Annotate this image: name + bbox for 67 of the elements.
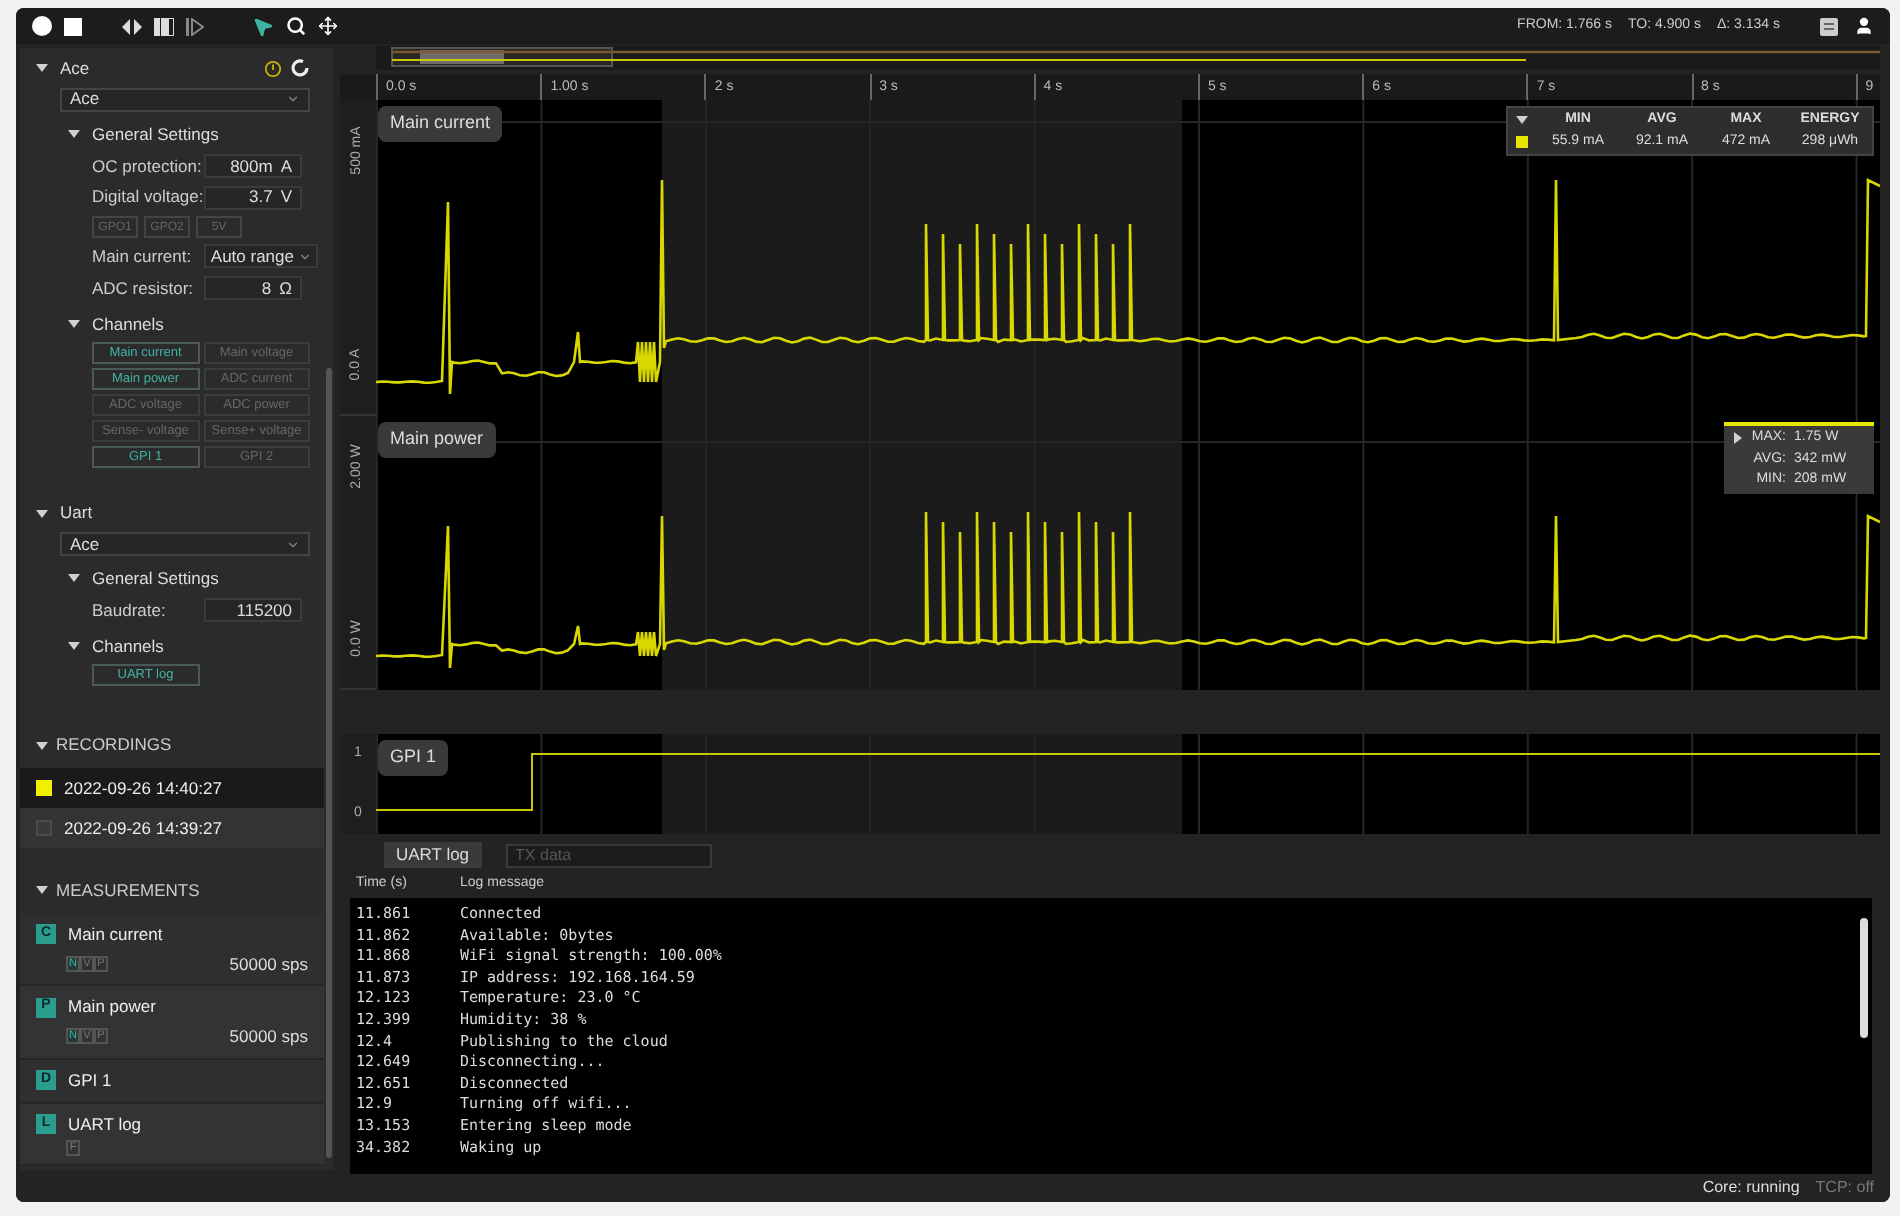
measurement-name[interactable]: UART log	[68, 1111, 142, 1137]
caret-icon[interactable]	[36, 62, 48, 75]
play-icon[interactable]	[186, 17, 204, 35]
plot-label: Main current	[378, 106, 503, 141]
setting-input[interactable]: 115200	[204, 598, 302, 623]
section-header[interactable]: MEASUREMENTS	[56, 878, 200, 904]
scrollbar[interactable]	[1860, 918, 1868, 1038]
chevron-icon[interactable]	[298, 249, 312, 264]
columns-icon[interactable]	[154, 17, 174, 35]
device-title[interactable]: Uart	[60, 500, 93, 526]
section-title[interactable]: General Settings	[92, 566, 219, 592]
caret-icon[interactable]	[68, 317, 80, 330]
section-title[interactable]: Channels	[92, 311, 164, 337]
core-status: Core: running	[1702, 1176, 1800, 1200]
recording-item[interactable]: 2022-09-26 14:39:27	[20, 808, 324, 848]
setting-select[interactable]: Auto range	[204, 244, 318, 269]
scrollbar[interactable]	[326, 368, 332, 1158]
trace-color-icon	[1516, 135, 1528, 148]
tcp-status: TCP: off	[1815, 1176, 1874, 1200]
setting-label: Digital voltage:	[92, 184, 205, 210]
refresh-icon[interactable]	[290, 58, 310, 79]
device-select[interactable]: Ace	[60, 87, 310, 112]
search-icon[interactable]	[286, 16, 306, 36]
record-icon[interactable]	[32, 16, 52, 36]
caret-icon[interactable]	[1516, 114, 1528, 127]
caret-icon[interactable]	[68, 639, 80, 652]
overview-drawing[interactable]	[376, 44, 1880, 74]
measurement-name[interactable]: Main current	[68, 921, 163, 947]
setting-input[interactable]: 3.7 V	[204, 185, 302, 210]
caret-icon[interactable]	[36, 884, 48, 897]
section-header[interactable]: RECORDINGS	[56, 732, 172, 758]
chevron-icon[interactable]	[286, 92, 300, 107]
move-icon[interactable]	[318, 16, 338, 36]
chevron-icon[interactable]	[286, 537, 300, 551]
user-icon[interactable]	[1854, 16, 1874, 36]
setting-input[interactable]: 8 Ω	[204, 276, 302, 301]
setting-label: Baudrate:	[92, 597, 168, 623]
setting-label: OC protection:	[92, 153, 204, 179]
plot-label: Main power	[378, 422, 496, 457]
stop-icon[interactable]	[64, 17, 82, 35]
panel-icon[interactable]	[1820, 17, 1838, 35]
sample-rate: 50000 sps	[229, 1024, 308, 1050]
measurement-name[interactable]: Main power	[68, 994, 156, 1020]
sample-rate: 50000 sps	[229, 951, 308, 977]
setting-label: Main current:	[92, 244, 192, 270]
device-select[interactable]: Ace	[60, 532, 310, 556]
measurement-name[interactable]: GPI 1	[68, 1067, 112, 1093]
caret-icon[interactable]	[1731, 432, 1744, 444]
recording-label: 2022-09-26 14:39:27	[64, 815, 222, 841]
recording-label: 2022-09-26 14:40:27	[64, 775, 222, 801]
caret-icon[interactable]	[68, 572, 80, 585]
power-icon[interactable]	[264, 59, 282, 78]
fit-icon[interactable]	[122, 17, 142, 35]
pointer-icon[interactable]	[252, 15, 274, 37]
plot-label: GPI 1	[378, 740, 449, 775]
caret-icon[interactable]	[36, 739, 48, 752]
device-title[interactable]: Ace	[60, 56, 90, 82]
recording-item[interactable]: 2022-09-26 14:40:27	[20, 768, 324, 808]
setting-input[interactable]: 800m A	[204, 153, 302, 178]
caret-icon[interactable]	[68, 128, 80, 141]
tx-data-field[interactable]: TX data	[505, 843, 712, 867]
caret-icon[interactable]	[36, 507, 48, 520]
section-title[interactable]: General Settings	[92, 121, 219, 147]
section-title[interactable]: Channels	[92, 633, 164, 659]
setting-label: ADC resistor:	[92, 275, 196, 301]
uart-log-button[interactable]: UART log	[384, 842, 482, 868]
recording-checkbox[interactable]	[36, 780, 52, 796]
